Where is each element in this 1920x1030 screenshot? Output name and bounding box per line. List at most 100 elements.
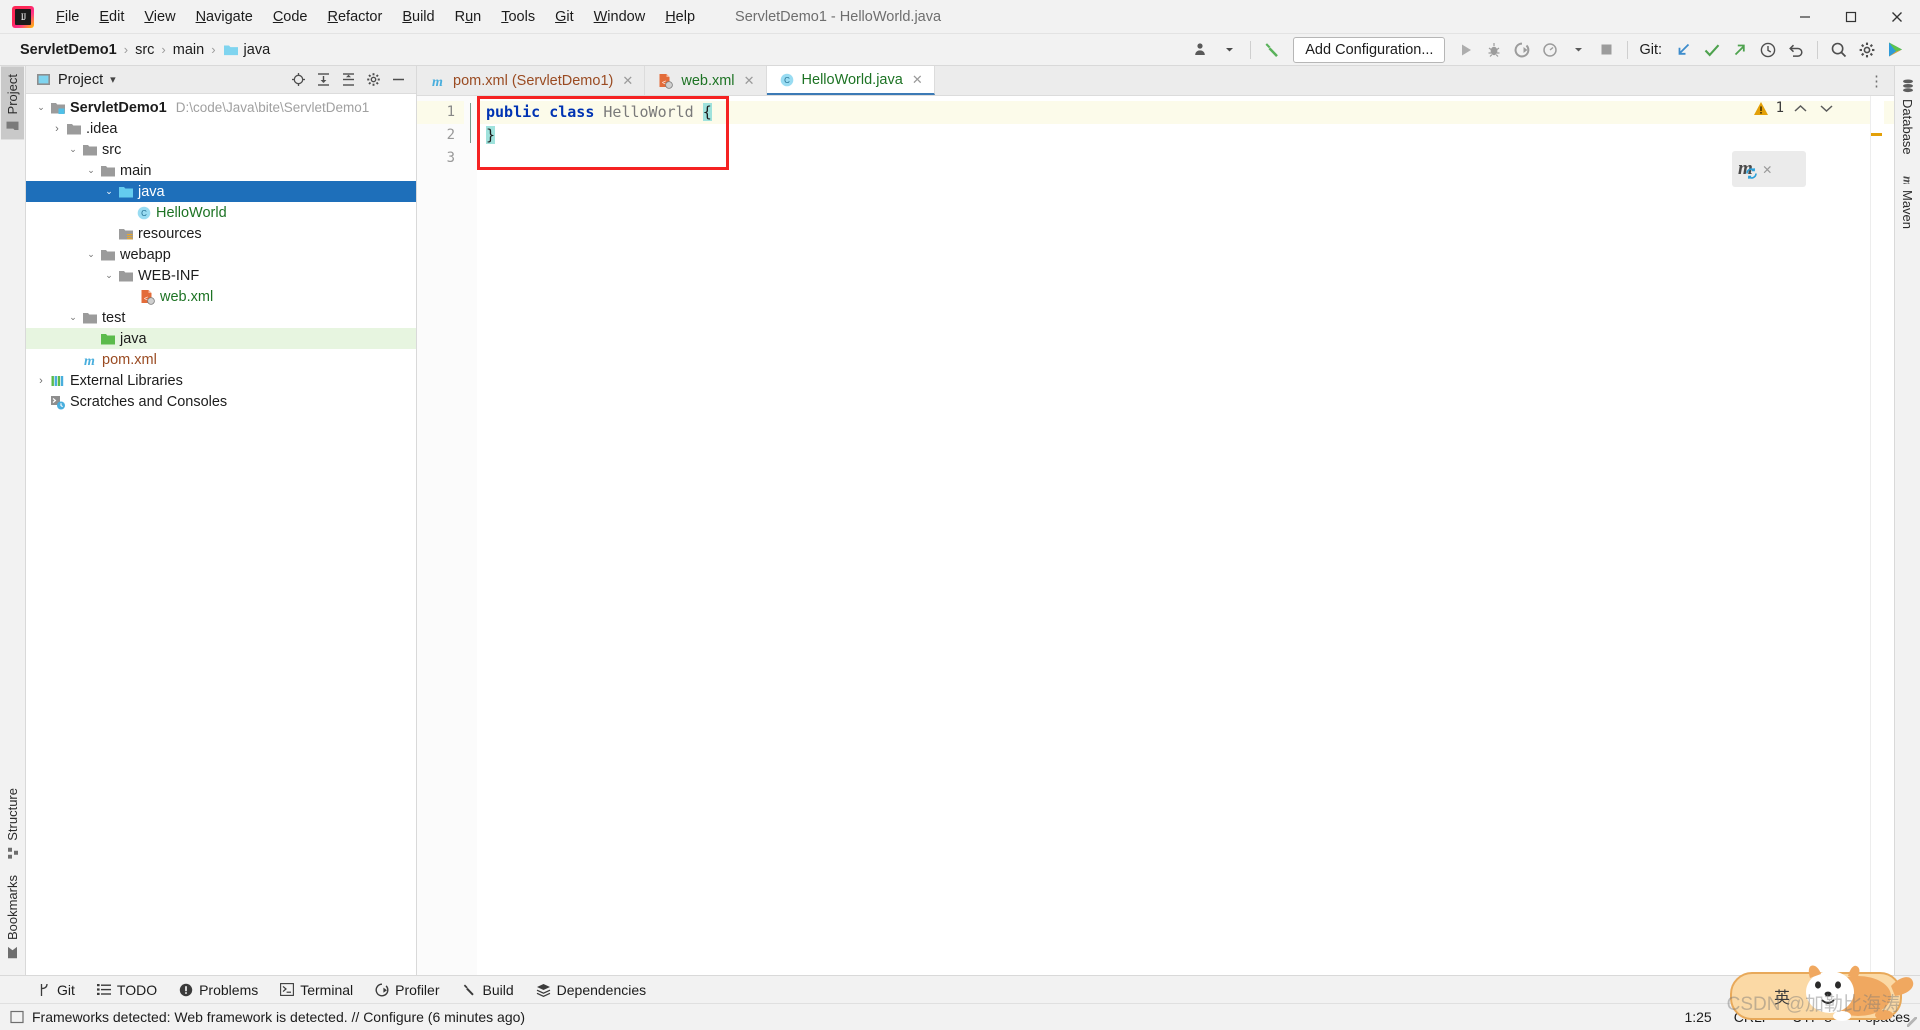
maven-reload-icon[interactable]: m <box>1738 158 1753 180</box>
resize-grip[interactable] <box>1907 1017 1917 1027</box>
collapse-all-icon[interactable] <box>336 69 360 91</box>
chevron-right-icon[interactable]: › <box>34 375 48 387</box>
close-icon[interactable]: ✕ <box>910 72 925 88</box>
tool-window-git[interactable]: Git <box>28 979 85 1001</box>
tool-window-terminal[interactable]: Terminal <box>270 979 363 1001</box>
menu-view[interactable]: View <box>134 6 185 28</box>
ime-mode-label[interactable]: 英 <box>1774 984 1790 1008</box>
search-everywhere-icon[interactable] <box>1826 38 1852 62</box>
chevron-down-icon[interactable]: ⌄ <box>34 102 48 113</box>
tree-node-web-inf[interactable]: ⌄ WEB-INF <box>26 265 416 286</box>
menu-window[interactable]: Window <box>584 6 656 28</box>
chevron-down-icon[interactable]: ⌄ <box>84 165 98 176</box>
git-update-icon[interactable] <box>1671 38 1697 62</box>
tree-node-test[interactable]: ⌄ test <box>26 307 416 328</box>
tree-node-main-java[interactable]: ⌄ java <box>26 181 416 202</box>
profile-dropdown-caret-icon[interactable] <box>1565 38 1591 62</box>
rollback-icon[interactable] <box>1783 38 1809 62</box>
tree-node-src[interactable]: ⌄ src <box>26 139 416 160</box>
tree-node-idea[interactable]: › .idea <box>26 118 416 139</box>
maven-reload-popup[interactable]: m ✕ <box>1732 151 1806 187</box>
tree-node-pom-xml[interactable]: m pom.xml <box>26 349 416 370</box>
rail-tab-structure[interactable]: Structure <box>1 780 24 867</box>
rail-tab-project[interactable]: Project <box>1 66 24 139</box>
editor-tab-helloworld-java[interactable]: C HelloWorld.java ✕ <box>767 66 935 95</box>
history-clock-icon[interactable] <box>1755 38 1781 62</box>
breadcrumb-src[interactable]: src <box>129 40 160 60</box>
chevron-down-icon[interactable]: ⌄ <box>102 186 116 197</box>
rail-tab-maven[interactable]: m Maven <box>1896 162 1920 236</box>
editor-tab-pom-xml[interactable]: m pom.xml (ServletDemo1) ✕ <box>417 66 645 95</box>
expand-all-icon[interactable] <box>311 69 335 91</box>
user-avatar-icon[interactable] <box>1188 38 1214 62</box>
maximize-button[interactable] <box>1828 0 1874 33</box>
tool-window-profiler[interactable]: Profiler <box>365 979 449 1001</box>
editor-tab-overflow-menu[interactable]: ⋮ <box>1859 66 1894 95</box>
debug-icon[interactable] <box>1481 38 1507 62</box>
tree-node-scratches-and-consoles[interactable]: Scratches and Consoles <box>26 391 416 412</box>
code-text-area[interactable]: public class HelloWorld { } 1 <box>477 96 1894 975</box>
close-icon[interactable]: ✕ <box>742 73 757 89</box>
tree-node-helloworld[interactable]: C HelloWorld <box>26 202 416 223</box>
tool-window-problems[interactable]: Problems <box>169 979 268 1001</box>
git-commit-icon[interactable] <box>1699 38 1725 62</box>
ide-helper-icon[interactable] <box>1882 38 1908 62</box>
tree-node-servletdemo1[interactable]: ⌄ ServletDemo1 D:\code\Java\bite\Servlet… <box>26 97 416 118</box>
chevron-down-icon[interactable]: ⌄ <box>66 144 80 155</box>
close-button[interactable] <box>1874 0 1920 33</box>
tree-node-web-xml[interactable]: < web.xml <box>26 286 416 307</box>
caret-position[interactable]: 1:25 <box>1684 1009 1711 1025</box>
close-icon[interactable]: ✕ <box>1757 160 1772 178</box>
menu-navigate[interactable]: Navigate <box>186 6 263 28</box>
chevron-down-icon[interactable]: ⌄ <box>84 249 98 260</box>
tree-node-external-libraries[interactable]: › External Libraries <box>26 370 416 391</box>
avatar-dropdown-caret-icon[interactable] <box>1216 38 1242 62</box>
build-hammer-icon[interactable] <box>1259 38 1285 62</box>
settings-gear-icon[interactable] <box>361 69 385 91</box>
menu-refactor[interactable]: Refactor <box>318 6 393 28</box>
menu-run[interactable]: Run <box>445 6 492 28</box>
run-with-coverage-icon[interactable] <box>1509 38 1535 62</box>
error-stripe-scrollbar[interactable] <box>1870 96 1884 975</box>
hide-panel-icon[interactable] <box>386 69 410 91</box>
chevron-down-icon[interactable]: ⌄ <box>102 270 116 281</box>
breadcrumb-main[interactable]: main <box>167 40 210 60</box>
chevron-down-icon[interactable]: ⌄ <box>66 312 80 323</box>
breadcrumb-servletdemo1[interactable]: ServletDemo1 <box>14 40 123 60</box>
status-message[interactable]: Frameworks detected: Web framework is de… <box>32 1009 525 1025</box>
editor-tab-web-xml[interactable]: < web.xml ✕ <box>645 66 766 95</box>
locate-target-icon[interactable] <box>286 69 310 91</box>
menu-code[interactable]: Code <box>263 6 318 28</box>
tree-node-test-java[interactable]: java <box>26 328 416 349</box>
git-push-icon[interactable] <box>1727 38 1753 62</box>
tree-node-main[interactable]: ⌄ main <box>26 160 416 181</box>
tool-window-dependencies[interactable]: Dependencies <box>526 979 657 1001</box>
chevron-down-icon[interactable]: ▾ <box>110 73 116 86</box>
rail-tab-bookmarks[interactable]: Bookmarks <box>1 867 24 967</box>
stop-icon[interactable] <box>1593 38 1619 62</box>
profile-icon[interactable] <box>1537 38 1563 62</box>
tree-node-webapp[interactable]: ⌄ webapp <box>26 244 416 265</box>
menu-help[interactable]: Help <box>655 6 705 28</box>
rail-tab-database[interactable]: Database <box>1896 72 1919 162</box>
chevron-right-icon[interactable]: › <box>50 123 64 135</box>
tool-window-build[interactable]: Build <box>452 979 524 1001</box>
menu-git[interactable]: Git <box>545 6 584 28</box>
inspection-widget[interactable]: 1 <box>1753 100 1836 116</box>
tree-node-resources[interactable]: resources <box>26 223 416 244</box>
previous-problem-icon[interactable] <box>1791 102 1810 115</box>
code-folding-bar[interactable] <box>464 96 477 975</box>
tool-window-todo[interactable]: TODO <box>87 979 167 1001</box>
next-problem-icon[interactable] <box>1817 102 1836 115</box>
menu-edit[interactable]: Edit <box>89 6 134 28</box>
run-icon[interactable] <box>1453 38 1479 62</box>
menu-file[interactable]: File <box>46 6 89 28</box>
project-panel-title-group[interactable]: Project ▾ <box>36 72 116 88</box>
minimize-button[interactable] <box>1782 0 1828 33</box>
close-icon[interactable]: ✕ <box>620 73 635 89</box>
warning-stripe-mark[interactable] <box>1871 133 1882 136</box>
menu-tools[interactable]: Tools <box>491 6 545 28</box>
add-configuration-button[interactable]: Add Configuration... <box>1293 37 1445 63</box>
status-message-group[interactable]: Frameworks detected: Web framework is de… <box>10 1009 525 1025</box>
breadcrumb-java[interactable]: java <box>217 40 277 60</box>
